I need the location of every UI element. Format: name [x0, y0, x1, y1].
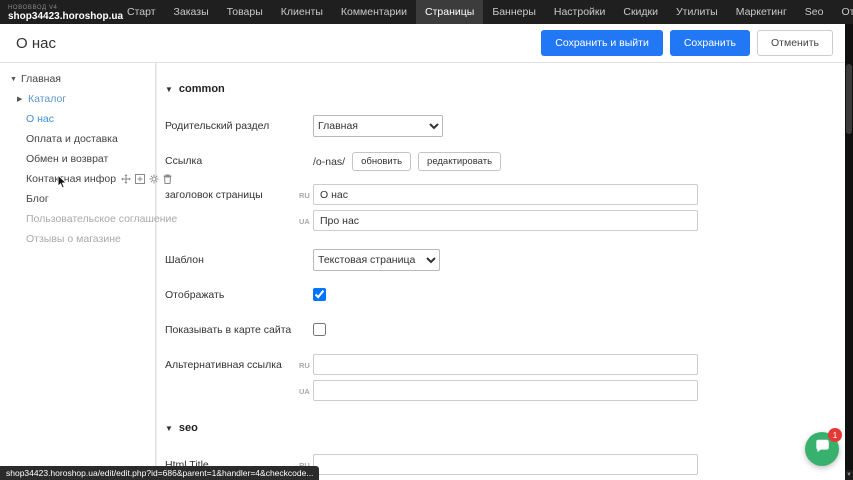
alt-link-ru-input[interactable] — [313, 354, 698, 375]
logo-shop-domain: shop34423.horoshop.ua — [8, 12, 108, 22]
display-checkbox[interactable] — [313, 288, 326, 301]
menu-item-comments[interactable]: Комментарии — [332, 0, 416, 24]
page-edit-form: ▼ common Родительский раздел Главная Ссы… — [157, 63, 845, 480]
field-label: Родительский раздел — [165, 115, 313, 137]
sidebar-item-label: Контактная инфор — [26, 173, 116, 185]
section-common-title: common — [179, 83, 225, 95]
collapse-section-icon[interactable]: ▼ — [165, 424, 173, 433]
move-icon[interactable] — [121, 174, 131, 184]
html-title-ru-input[interactable] — [313, 454, 698, 475]
page-header: О нас Сохранить и выйти Сохранить Отмени… — [0, 24, 853, 63]
sitemap-checkbox[interactable] — [313, 323, 326, 336]
field-label: Шаблон — [165, 249, 313, 271]
chevron-right-icon[interactable]: ▶ — [17, 95, 24, 103]
collapse-section-icon[interactable]: ▼ — [165, 85, 173, 94]
sidebar-item-label: Отзывы о магазине — [26, 233, 121, 245]
sidebar-item-label: Пользовательское соглашение — [26, 213, 177, 225]
gear-icon[interactable] — [149, 174, 159, 184]
sidebar-item-home[interactable]: ▼ Главная — [0, 69, 155, 89]
menu-item-utilities[interactable]: Утилиты — [667, 0, 727, 24]
sidebar-item-catalog[interactable]: ▶ Каталог — [0, 89, 155, 109]
field-label: Альтернативная ссылка — [165, 354, 313, 406]
vertical-scrollbar[interactable]: ▼ — [845, 24, 853, 480]
add-page-icon[interactable] — [135, 174, 145, 184]
field-label: Отображать — [165, 284, 313, 306]
sidebar-item-store-reviews[interactable]: Отзывы о магазине — [0, 229, 155, 249]
chat-bubble-icon — [814, 438, 831, 460]
field-label: заголовок страницы — [165, 184, 313, 236]
section-seo-title: seo — [179, 422, 198, 434]
field-label: Ссылка — [165, 150, 313, 171]
scrollbar-thumb[interactable] — [846, 64, 852, 134]
alt-link-ua-input[interactable] — [313, 380, 698, 401]
sidebar-item-label: О нас — [26, 113, 54, 125]
parent-section-row: Родительский раздел Главная — [165, 115, 845, 137]
menu-item-orders[interactable]: Заказы — [165, 0, 218, 24]
page-title-ru-input[interactable] — [313, 184, 698, 205]
save-and-exit-button[interactable]: Сохранить и выйти — [541, 30, 663, 56]
link-row: Ссылка /o-nas/ обновить редактировать — [165, 150, 845, 171]
logo-version-label: НОВОВВОД V4 — [8, 5, 108, 11]
page-title: О нас — [16, 35, 56, 52]
lang-ru-label: RU — [299, 191, 310, 200]
sidebar-item-label: Главная — [21, 73, 61, 85]
sidebar-item-user-agreement[interactable]: Пользовательское соглашение — [0, 209, 155, 229]
scrollbar-down-arrow-icon[interactable]: ▼ — [845, 470, 853, 480]
edit-link-button[interactable]: редактировать — [418, 152, 501, 171]
field-label: Показывать в карте сайта — [165, 319, 313, 341]
save-button[interactable]: Сохранить — [670, 30, 750, 56]
sidebar-item-label: Обмен и возврат — [26, 153, 108, 165]
sidebar-item-blog[interactable]: Блог — [0, 189, 155, 209]
topbar: НОВОВВОД V4 shop34423.horoshop.ua Старт … — [0, 0, 853, 24]
lang-ua-label: UA — [299, 217, 310, 226]
template-select[interactable]: Текстовая страница — [313, 249, 440, 271]
sidebar-item-label: Оплата и доставка — [26, 133, 118, 145]
cancel-button[interactable]: Отменить — [757, 30, 833, 56]
menu-item-products[interactable]: Товары — [218, 0, 272, 24]
trash-icon[interactable] — [163, 174, 172, 184]
chat-widget-button[interactable]: 1 — [805, 432, 839, 466]
template-row: Шаблон Текстовая страница — [165, 249, 845, 271]
sidebar-item-contact-info[interactable]: Контактная инфор — [0, 169, 155, 189]
section-common[interactable]: ▼ common — [165, 83, 845, 95]
menu-item-clients[interactable]: Клиенты — [272, 0, 332, 24]
page-title-ua-input[interactable] — [313, 210, 698, 231]
display-row: Отображать — [165, 284, 845, 306]
main-menu: Старт Заказы Товары Клиенты Комментарии … — [118, 0, 853, 24]
lang-ru-label: RU — [299, 361, 310, 370]
menu-item-pages[interactable]: Страницы — [416, 0, 483, 24]
sidebar-item-label: Каталог — [28, 93, 66, 105]
link-path: /o-nas/ — [313, 156, 345, 168]
sidebar-item-exchange-return[interactable]: Обмен и возврат — [0, 149, 155, 169]
chevron-down-icon[interactable]: ▼ — [10, 76, 17, 83]
sidebar-item-about[interactable]: О нас — [0, 109, 155, 129]
page-title-row: заголовок страницы RU UA — [165, 184, 845, 236]
menu-item-marketing[interactable]: Маркетинг — [727, 0, 796, 24]
section-seo[interactable]: ▼ seo — [165, 422, 845, 434]
status-bar: shop34423.horoshop.ua/edit/edit.php?id=6… — [0, 466, 319, 480]
pages-tree-sidebar: ▼ Главная ▶ Каталог О нас Оплата и доста… — [0, 63, 156, 480]
app-logo[interactable]: НОВОВВОД V4 shop34423.horoshop.ua — [0, 3, 118, 22]
lang-ua-label: UA — [299, 387, 310, 396]
menu-item-seo[interactable]: Seo — [796, 0, 833, 24]
refresh-link-button[interactable]: обновить — [352, 152, 411, 171]
menu-item-reports[interactable]: Отчеты — [832, 0, 853, 24]
chat-unread-badge: 1 — [828, 428, 842, 442]
menu-item-settings[interactable]: Настройки — [545, 0, 615, 24]
menu-item-banners[interactable]: Баннеры — [483, 0, 545, 24]
sidebar-item-label: Блог — [26, 193, 49, 205]
parent-section-select[interactable]: Главная — [313, 115, 443, 137]
sidebar-item-payment-delivery[interactable]: Оплата и доставка — [0, 129, 155, 149]
alt-link-row: Альтернативная ссылка RU UA — [165, 354, 845, 406]
menu-item-discounts[interactable]: Скидки — [614, 0, 667, 24]
sitemap-row: Показывать в карте сайта — [165, 319, 845, 341]
menu-item-start[interactable]: Старт — [118, 0, 165, 24]
